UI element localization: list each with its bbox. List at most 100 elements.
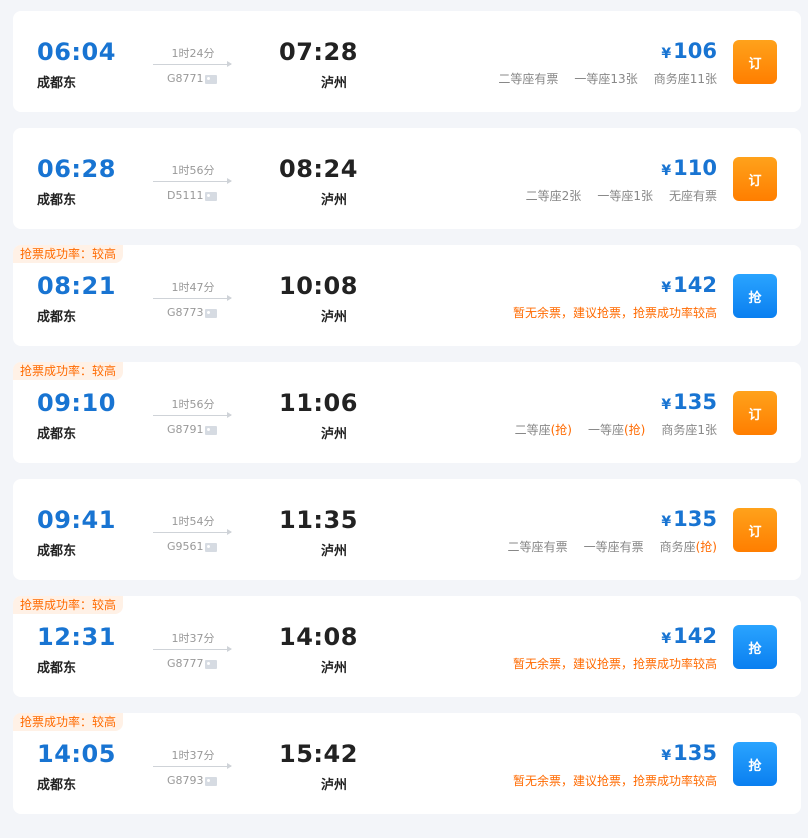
train-card[interactable]: 09:41 成都东 1时54分 G9561 11:35 泸州 ¥135 二等座有票 一等座有票商… <box>13 479 801 580</box>
departure-time: 09:10 <box>37 389 116 417</box>
seat-info: 商务座1张 <box>661 423 717 437</box>
departure-time: 14:05 <box>37 740 116 768</box>
ticket-price: ¥135 <box>661 390 717 414</box>
train-card[interactable]: 抢票成功率：较高 08:21 成都东 1时47分 G8773 10:08 泸州 ¥142 暂无余… <box>13 245 801 346</box>
seat-info: 一等座1张 <box>597 189 653 203</box>
success-rate-badge: 抢票成功率：较高 <box>13 362 124 380</box>
arrival-station: 泸州 <box>321 661 348 676</box>
route-arrow-icon <box>153 646 232 652</box>
seat-class: 一等座 <box>597 189 634 203</box>
train-number[interactable]: G8773 <box>167 306 204 319</box>
book-button[interactable]: 订 <box>733 40 777 84</box>
departure-station: 成都东 <box>37 76 77 91</box>
ticket-price: ¥135 <box>661 741 717 765</box>
departure-time: 09:41 <box>37 506 116 534</box>
seat-info: 二等座有票 <box>508 540 568 554</box>
currency-symbol: ¥ <box>661 46 672 62</box>
departure-station: 成都东 <box>37 778 77 793</box>
departure-time: 08:21 <box>37 272 116 300</box>
seat-class: 二等座 <box>525 189 562 203</box>
seat-info: 无座有票 <box>669 189 717 203</box>
price-value: 135 <box>673 507 717 531</box>
arrival-station: 泸州 <box>321 310 348 325</box>
seat-status: 有票 <box>619 540 644 554</box>
train-number[interactable]: G9561 <box>167 540 204 553</box>
currency-symbol: ¥ <box>661 397 672 413</box>
price-value: 135 <box>673 390 717 414</box>
travel-duration: 1时54分 <box>171 515 215 528</box>
travel-duration: 1时24分 <box>171 47 215 60</box>
book-button[interactable]: 订 <box>733 391 777 435</box>
success-rate-badge: 抢票成功率：较高 <box>13 713 124 731</box>
currency-symbol: ¥ <box>661 514 672 530</box>
seat-status: 2张 <box>561 189 582 203</box>
train-number[interactable]: G8793 <box>167 774 204 787</box>
train-list: 06:04 成都东 1时24分 G8771 07:28 泸州 ¥106 二等座有票 一等座13张… <box>0 0 808 838</box>
arrival-time: 07:28 <box>279 38 358 66</box>
price-value: 106 <box>673 39 717 63</box>
seat-availability: 二等座2张 一等座1张 无座有票 <box>510 187 717 204</box>
departure-time: 06:28 <box>37 155 116 183</box>
seat-availability: 二等座有票 一等座有票 商务座(抢) <box>492 538 717 555</box>
seat-availability: 二等座(抢) 一等座(抢) 商务座1张 <box>499 421 717 438</box>
seat-info: 一等座(抢) <box>588 423 645 437</box>
route-arrow-icon <box>153 178 232 184</box>
seat-status: (抢) <box>623 423 646 437</box>
train-number[interactable]: G8791 <box>167 423 204 436</box>
ticket-price: ¥142 <box>661 273 717 297</box>
departure-time: 12:31 <box>37 623 116 651</box>
route-arrow-icon <box>153 412 232 418</box>
train-card[interactable]: 06:28 成都东 1时56分 D5111 08:24 泸州 ¥110 二等座2张 一等座1张 无… <box>13 128 801 229</box>
seat-info: 二等座2张 <box>526 189 582 203</box>
train-card[interactable]: 抢票成功率：较高 09:10 成都东 1时56分 G8791 11:06 泸州 ¥135 二等座… <box>13 362 801 463</box>
train-number[interactable]: G8771 <box>167 72 204 85</box>
train-card[interactable]: 抢票成功率：较高 12:31 成都东 1时37分 G8777 14:08 泸州 ¥142 暂无余… <box>13 596 801 697</box>
seat-status: 有票 <box>543 540 568 554</box>
seat-info: 二等座有票 <box>498 72 558 86</box>
grab-ticket-button[interactable]: 抢 <box>733 274 777 318</box>
no-ticket-warning: 暂无余票，建议抢票，抢票成功率较高 <box>512 657 717 671</box>
currency-symbol: ¥ <box>661 631 672 647</box>
id-card-icon <box>205 75 217 84</box>
ticket-price: ¥142 <box>661 624 717 648</box>
seat-status: 有票 <box>692 189 717 203</box>
seat-info: 一等座有票 <box>584 540 644 554</box>
train-number[interactable]: D5111 <box>167 189 203 202</box>
route-arrow-icon <box>153 763 232 769</box>
travel-duration: 1时56分 <box>171 398 215 411</box>
departure-time: 06:04 <box>37 38 116 66</box>
seat-class: 商务座 <box>653 72 690 86</box>
ticket-price: ¥110 <box>661 156 717 180</box>
train-card[interactable]: 抢票成功率：较高 14:05 成都东 1时37分 G8793 15:42 泸州 ¥135 暂无余… <box>13 713 801 814</box>
id-card-icon <box>205 309 217 318</box>
train-number[interactable]: G8777 <box>167 657 204 670</box>
no-ticket-warning: 暂无余票，建议抢票，抢票成功率较高 <box>512 306 717 320</box>
seat-info: 商务座(抢) <box>660 540 717 554</box>
currency-symbol: ¥ <box>661 748 672 764</box>
seat-status: 有票 <box>534 72 559 86</box>
departure-station: 成都东 <box>37 427 77 442</box>
arrival-station: 泸州 <box>321 76 348 91</box>
arrival-station: 泸州 <box>321 427 348 442</box>
route-arrow-icon <box>153 529 232 535</box>
arrival-time: 10:08 <box>279 272 358 300</box>
ticket-price: ¥106 <box>661 39 717 63</box>
seat-status: 1张 <box>633 189 653 203</box>
arrival-station: 泸州 <box>321 544 348 559</box>
train-card[interactable]: 06:04 成都东 1时24分 G8771 07:28 泸州 ¥106 二等座有票 一等座13张… <box>13 11 801 112</box>
arrival-time: 11:35 <box>279 506 358 534</box>
arrival-time: 15:42 <box>279 740 358 768</box>
seat-info: 二等座(抢) <box>515 423 572 437</box>
travel-duration: 1时56分 <box>171 164 215 177</box>
book-button[interactable]: 订 <box>733 157 777 201</box>
book-button[interactable]: 订 <box>733 508 777 552</box>
departure-station: 成都东 <box>37 193 77 208</box>
seat-status: (抢) <box>550 423 572 437</box>
price-value: 142 <box>673 624 717 648</box>
grab-ticket-button[interactable]: 抢 <box>733 625 777 669</box>
departure-station: 成都东 <box>37 661 77 676</box>
seat-class: 商务座 <box>659 540 696 554</box>
grab-ticket-button[interactable]: 抢 <box>733 742 777 786</box>
seat-availability: 二等座有票 一等座13张 商务座11张 <box>482 70 717 87</box>
id-card-icon <box>205 426 217 435</box>
